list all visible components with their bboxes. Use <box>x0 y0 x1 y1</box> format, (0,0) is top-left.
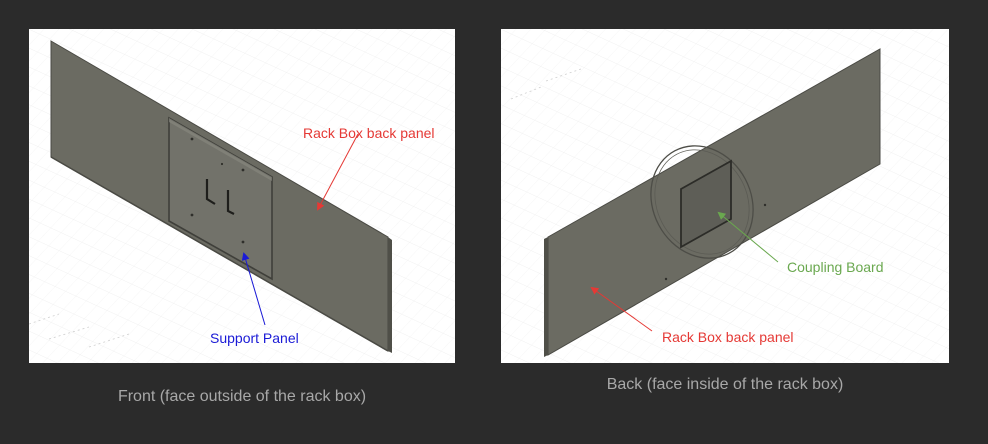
front-caption: Front (face outside of the rack box) <box>117 388 367 405</box>
panel-edge <box>544 237 548 357</box>
front-view-viewport: Rack Box back panel Support Panel <box>29 29 455 363</box>
back-caption: Back (face inside of the rack box) <box>606 376 844 393</box>
rack-box-back-panel-label: Rack Box back panel <box>662 329 794 345</box>
rack-box-back-panel-label: Rack Box back panel <box>303 125 435 141</box>
support-panel-label: Support Panel <box>210 330 299 346</box>
coupling-board-label: Coupling Board <box>787 259 884 275</box>
panel-edge <box>388 237 392 353</box>
front-view-drawing: Rack Box back panel Support Panel <box>29 29 455 363</box>
back-view-drawing: Coupling Board Rack Box back panel <box>501 29 949 363</box>
back-view-viewport: Coupling Board Rack Box back panel <box>501 29 949 363</box>
